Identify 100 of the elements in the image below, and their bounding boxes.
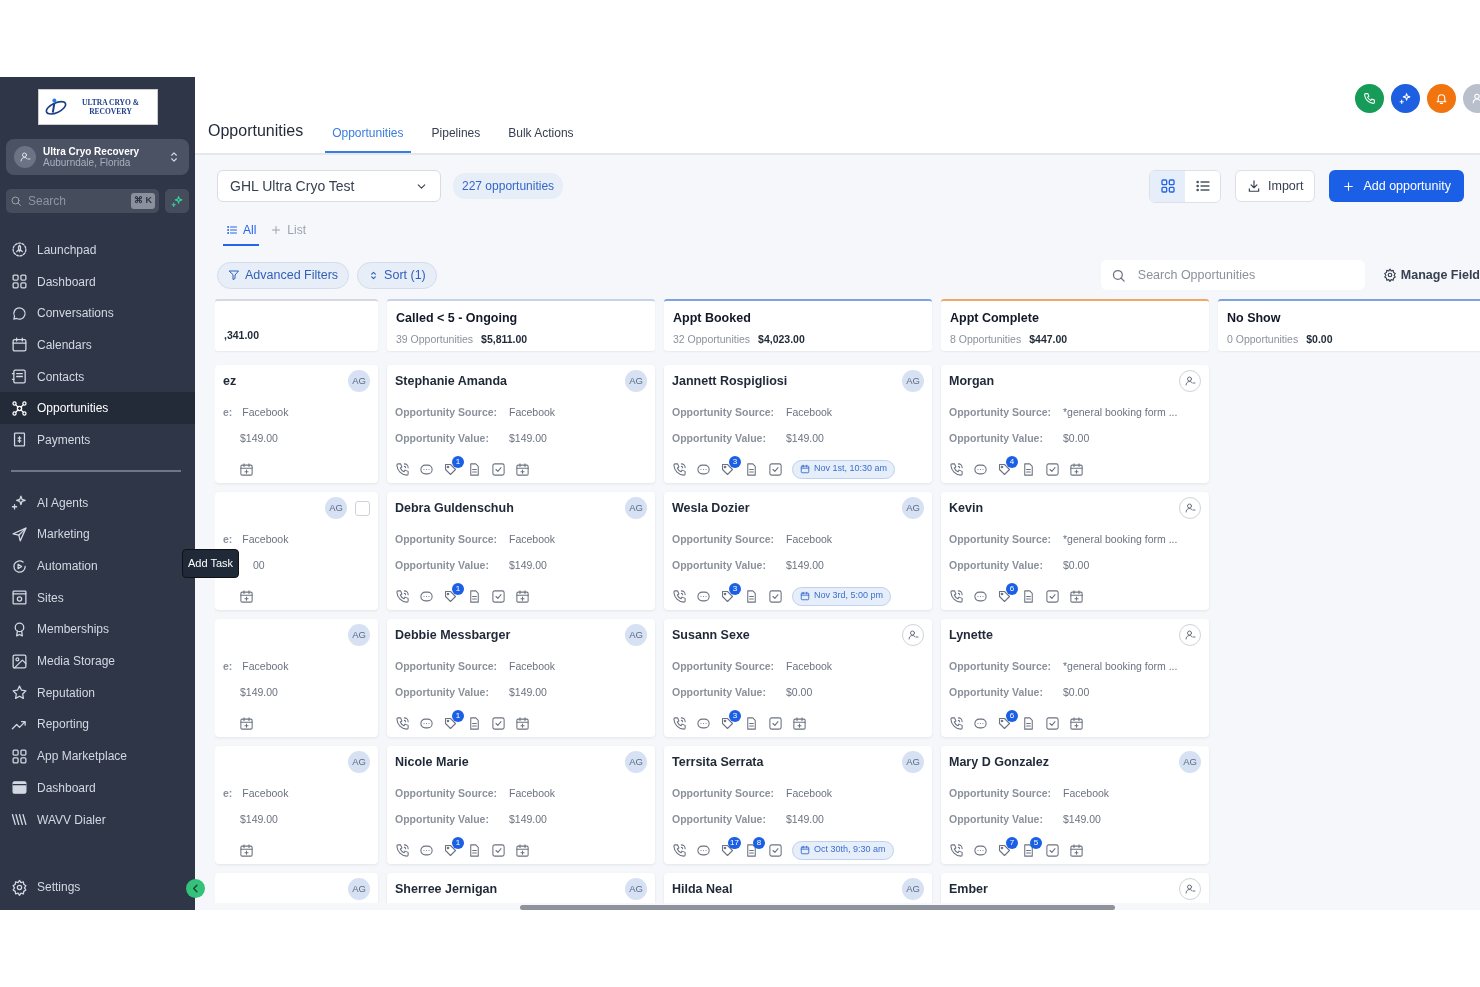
account-switcher[interactable]: Ultra Cryo Recovery Auburndale, Florida [6,139,189,175]
chat-icon [973,842,988,858]
add-opportunity-button[interactable]: Add opportunity [1329,170,1464,202]
nav-item[interactable]: Calendars [6,329,189,361]
nav-item[interactable]: Contacts [6,360,189,393]
list-icon [226,224,238,236]
search-field[interactable]: Search Opportunities [1100,260,1365,290]
page-title: Opportunities [208,121,304,141]
task-icon [491,461,506,477]
opportunity-card[interactable]: Jannett Rospigliosi AG Opportunity Source: Facebook Opportunity Value: $149.00 3 Nov 1st, 10:30 am [664,365,932,483]
opportunity-card[interactable]: Susann Sexe Opportunity Source: Facebook Opportunity Value: $0.00 3 [664,619,932,737]
nav-tab[interactable]: Bulk Actions [501,124,581,153]
sparkle-button[interactable] [1391,83,1420,113]
nav-tab[interactable]: Opportunities [325,124,411,153]
field-value: Facebook [786,786,833,802]
assignee-avatar[interactable]: AG [902,751,924,773]
nav-item[interactable]: Opportunities [0,392,195,425]
nav-item[interactable]: WAVV Dialer [6,803,189,836]
opportunity-card[interactable]: AG e: Facebook $149.00 [215,746,378,864]
appointment-chip[interactable]: Nov 1st, 10:30 am [792,459,896,479]
nav-item[interactable]: Dashboard [6,265,189,298]
search-field[interactable]: Search ⌘ K [6,189,159,213]
opportunity-card[interactable]: Morgan Opportunity Source: *general booking form ... Opportunity Value: $0.00 4 [941,365,1209,483]
field-value: Facebook [786,659,833,675]
phone-button[interactable] [1355,83,1384,113]
sparkle-icon [11,494,28,512]
opportunity-card[interactable]: ez AG e: Facebook $149.00 [215,365,378,483]
field-value: $149.00 [786,558,824,574]
nav-item[interactable]: Memberships [6,613,189,646]
sort-button[interactable]: Sort (1) [357,261,437,289]
scrollbar[interactable] [520,905,1115,910]
assignee-avatar[interactable]: AG [625,624,647,646]
nav-item[interactable]: AI Agents [6,486,189,519]
opportunity-card[interactable]: AG [215,873,378,903]
nav-item[interactable]: Settings [6,871,189,903]
sparkle-button[interactable] [165,189,189,213]
list-icon [1194,178,1211,194]
document-icon [744,842,759,858]
assignee-avatar[interactable]: AG [1179,751,1201,773]
opportunity-card[interactable]: AG e: Facebook $149.00 [215,619,378,737]
appointment-chip[interactable]: Oct 30th, 9:30 am [792,840,894,860]
assign-button[interactable] [1179,624,1201,646]
assignee-avatar[interactable]: AG [348,624,370,646]
opportunity-card[interactable]: Lynette Opportunity Source: *general booking form ... Opportunity Value: $0.00 6 [941,619,1209,737]
field-value: Facebook [509,786,556,802]
assignee-avatar[interactable]: AG [625,878,647,900]
assign-button[interactable] [902,624,924,646]
manage-fields-button[interactable]: Manage Field [1372,265,1480,285]
calendar-plus-icon [239,588,254,604]
opportunity-card[interactable]: Debbie Messbarger AG Opportunity Source: Facebook Opportunity Value: $149.00 1 [387,619,655,737]
view-tab[interactable]: All [223,221,260,246]
nav-item[interactable]: Conversations [6,297,189,330]
nav-item[interactable]: Sites [6,581,189,614]
field-value: $0.00 [786,685,813,701]
nav-item[interactable]: Dashboard [6,772,189,804]
nav-item[interactable]: Payments [6,424,189,456]
field-value: $149.00 [509,558,547,574]
phone-icon [1363,91,1376,105]
nav-item[interactable]: Media Storage [6,645,189,677]
opportunity-card[interactable]: Ember [941,873,1209,903]
phone-icon [672,461,687,477]
search-input[interactable]: Search [26,191,116,211]
assignee-avatar[interactable]: AG [348,751,370,773]
nav-tab[interactable]: Pipelines [424,124,488,153]
assign-button[interactable] [1179,370,1201,392]
filter-button[interactable]: Advanced Filters [217,261,350,289]
opportunity-card[interactable]: Terrsita Serrata AG Opportunity Source: Facebook Opportunity Value: $149.00 17 8 Oct 30th, 9:30 am [664,746,932,864]
opportunity-card[interactable]: Sherree Jernigan AG [387,873,655,903]
nav-item[interactable]: App Marketplace [6,740,189,772]
assignee-avatar[interactable]: AG [625,370,647,392]
opportunity-card[interactable]: Mary D Gonzalez AG Opportunity Source: Facebook Opportunity Value: $149.00 7 5 [941,746,1209,864]
bell-button[interactable] [1427,83,1456,113]
pipeline-select[interactable]: GHL Ultra Cryo Test [217,170,441,202]
nav-item[interactable]: Launchpad [6,234,189,266]
assignee-avatar[interactable]: AG [625,497,647,519]
assignee-avatar[interactable]: AG [902,370,924,392]
select-checkbox[interactable] [355,500,370,516]
assignee-avatar[interactable]: AG [625,751,647,773]
assign-button[interactable] [1179,878,1201,900]
opportunity-card[interactable]: Nicole Marie AG Opportunity Source: Facebook Opportunity Value: $149.00 1 [387,746,655,864]
assignee-avatar[interactable]: AG [902,497,924,519]
assignee-avatar[interactable]: AG [348,370,370,392]
nav-item[interactable]: Marketing [6,518,189,551]
opportunity-card[interactable]: Wesla Dozier AG Opportunity Source: Facebook Opportunity Value: $149.00 3 Nov 3rd, 5:00 pm [664,492,932,610]
plus-icon [1342,179,1356,193]
assignee-avatar[interactable]: AG [325,497,347,519]
assign-button[interactable] [1179,497,1201,519]
opportunity-card[interactable]: Debra Guldenschuh AG Opportunity Source: Facebook Opportunity Value: $149.00 1 [387,492,655,610]
view-toggle-button[interactable] [1150,170,1185,202]
assignee-avatar[interactable]: AG [348,878,370,900]
import-button[interactable]: Import [1235,170,1316,202]
appointment-chip[interactable]: Nov 3rd, 5:00 pm [792,586,892,606]
assignee-avatar[interactable]: AG [902,878,924,900]
opportunity-card[interactable]: Stephanie Amanda AG Opportunity Source: Facebook Opportunity Value: $149.00 1 [387,365,655,483]
opportunity-card[interactable]: Kevin Opportunity Source: *general booking form ... Opportunity Value: $0.00 6 [941,492,1209,610]
count-badge: 3 [729,709,741,722]
opportunity-card[interactable]: Hilda Neal AG [664,873,932,903]
document-icon [1021,842,1036,858]
nav-item[interactable]: Reputation [6,676,189,709]
nav-item[interactable]: Reporting [6,708,189,741]
